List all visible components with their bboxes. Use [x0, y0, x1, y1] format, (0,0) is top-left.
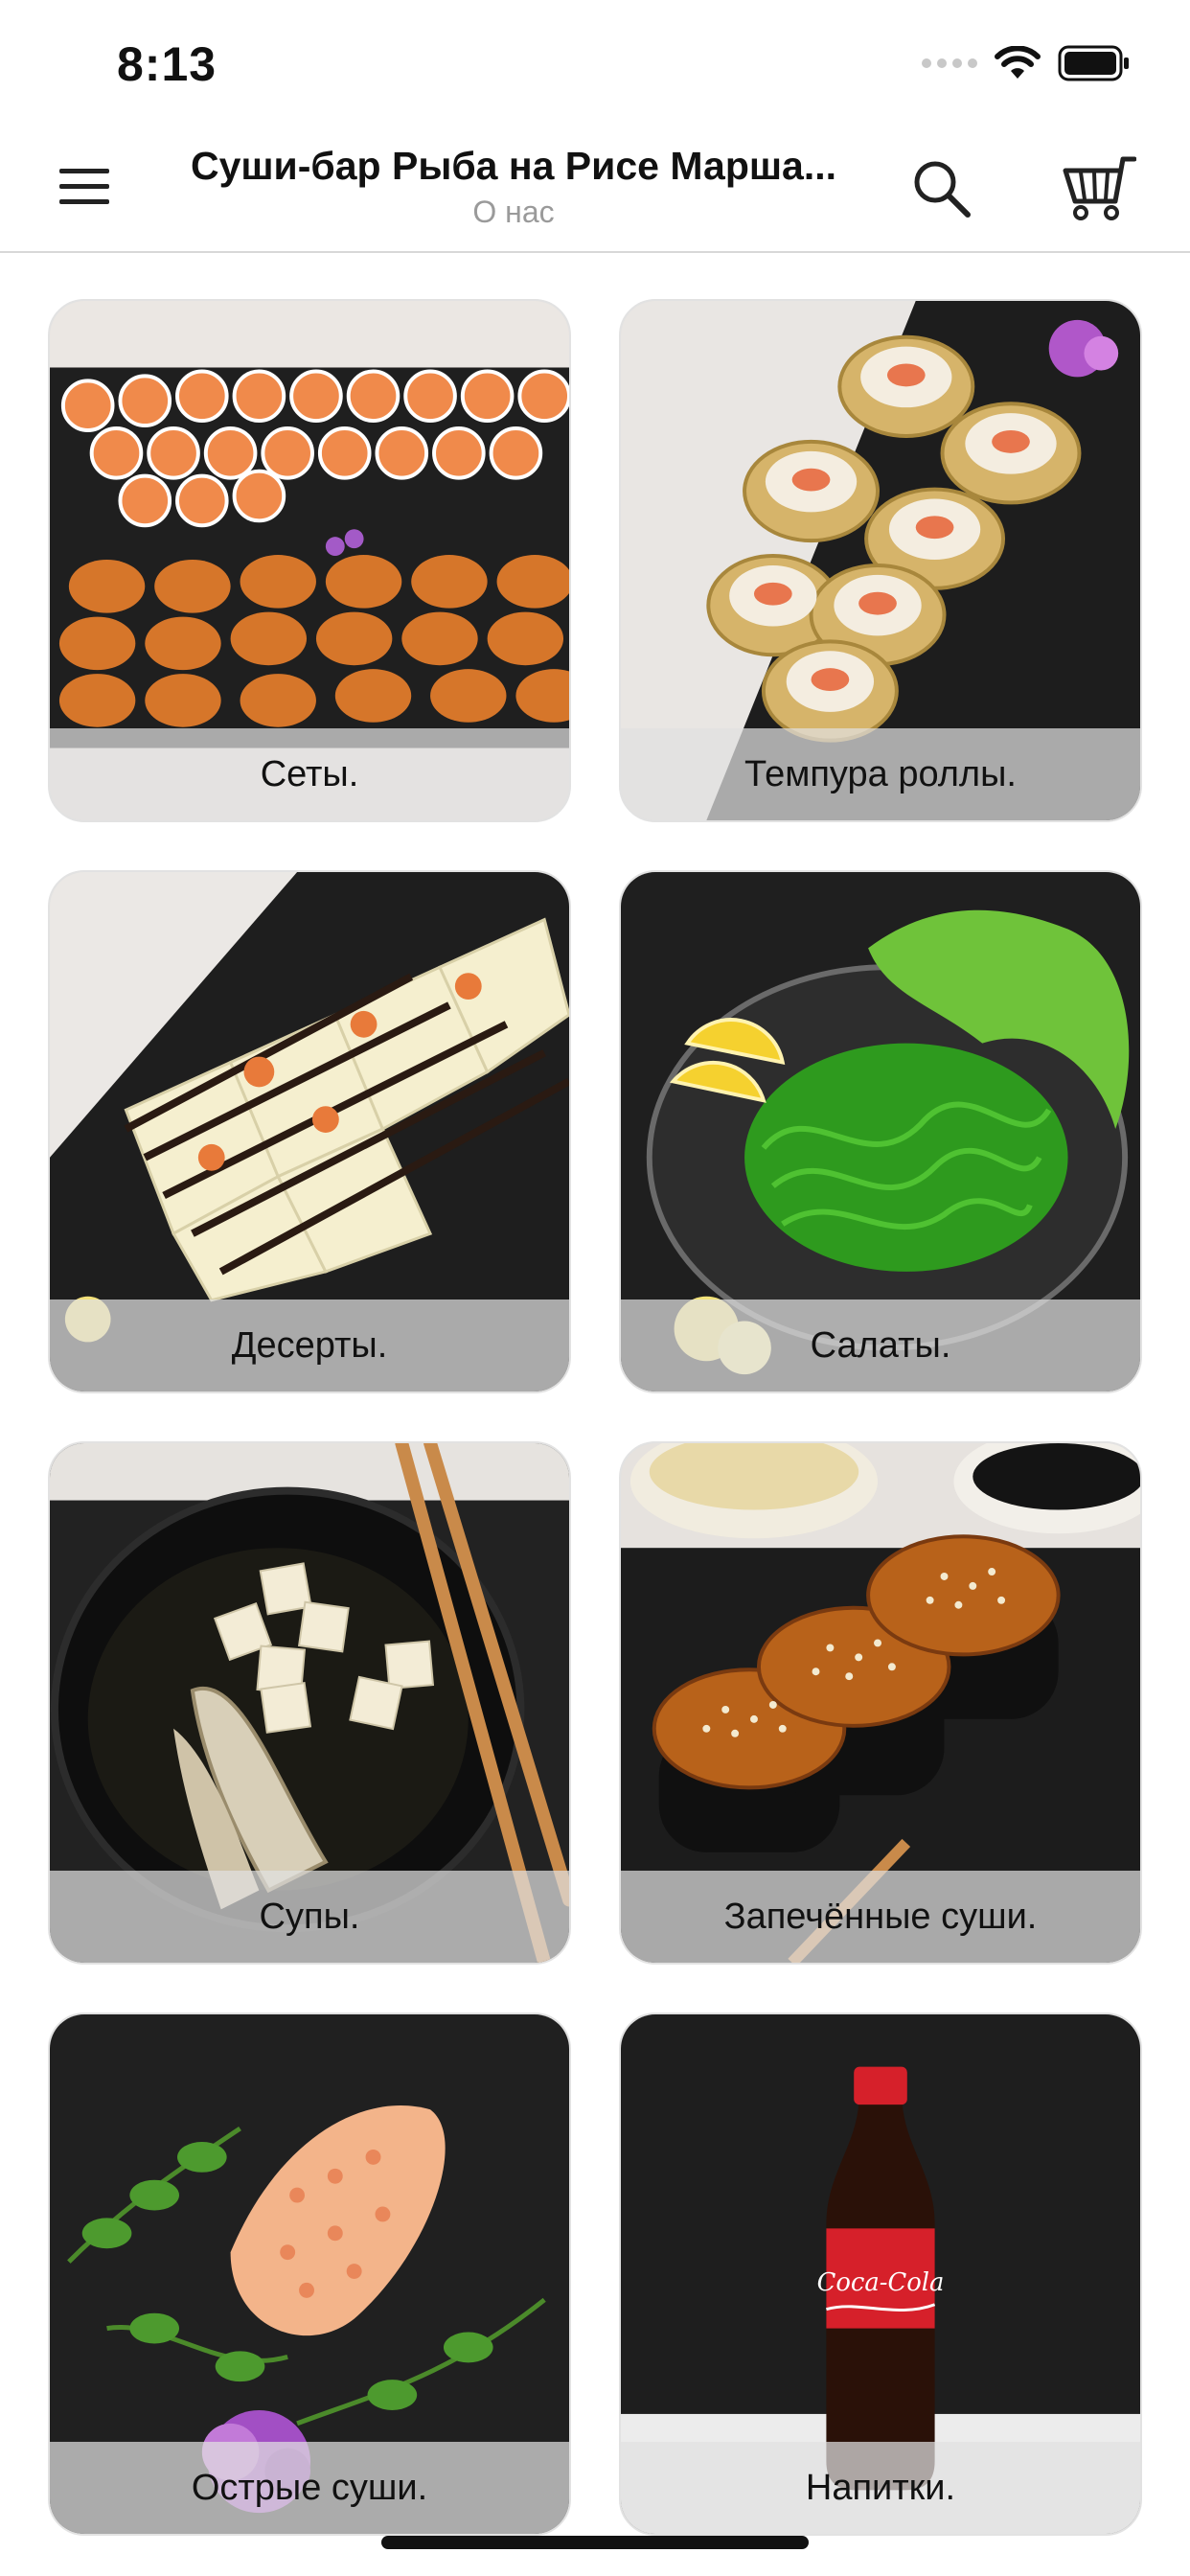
category-tile-desserts[interactable]: Десерты. — [48, 870, 571, 1393]
home-indicator[interactable] — [381, 2536, 809, 2549]
search-icon — [914, 161, 971, 218]
cellular-signal-icon — [922, 58, 977, 68]
cart-button[interactable] — [1060, 155, 1137, 222]
category-label: Сеты. — [50, 728, 569, 820]
cart-icon — [1063, 156, 1137, 220]
hamburger-menu-button[interactable] — [59, 163, 115, 211]
category-label: Острые суши. — [50, 2442, 569, 2534]
category-label: Десерты. — [50, 1300, 569, 1392]
category-grid: Сеты. Темпура роллы. Десерты. Салаты. Су… — [48, 299, 1142, 2536]
category-label: Напитки. — [621, 2442, 1140, 2534]
category-tile-baked-sushi[interactable]: Запечённые суши. — [619, 1441, 1142, 1965]
wifi-icon — [995, 46, 1041, 80]
category-tile-tempura-rolls[interactable]: Темпура роллы. — [619, 299, 1142, 822]
category-tile-sets[interactable]: Сеты. — [48, 299, 571, 822]
category-label: Темпура роллы. — [621, 728, 1140, 820]
category-tile-soups[interactable]: Супы. — [48, 1441, 571, 1965]
battery-icon — [1058, 45, 1131, 81]
header-title-block[interactable]: Суши-бар Рыба на Рисе Марша... О нас — [169, 144, 858, 230]
coca-cola-logo: Coca-Cola — [817, 2268, 945, 2297]
status-bar: 8:13 — [0, 0, 1190, 125]
about-link[interactable]: О нас — [169, 195, 858, 230]
status-icons — [922, 44, 1131, 82]
category-tile-spicy-sushi[interactable]: Острые суши. — [48, 2012, 571, 2536]
status-time: 8:13 — [117, 37, 217, 91]
category-label: Супы. — [50, 1871, 569, 1963]
search-button[interactable] — [910, 157, 973, 220]
category-tile-salads[interactable]: Салаты. — [619, 870, 1142, 1393]
category-label: Салаты. — [621, 1300, 1140, 1392]
nav-bar: Суши-бар Рыба на Рисе Марша... О нас — [0, 125, 1190, 253]
category-label: Запечённые суши. — [621, 1871, 1140, 1963]
app-title: Суши-бар Рыба на Рисе Марша... — [190, 144, 837, 188]
category-tile-drinks[interactable]: Coca-Cola Напитки. — [619, 2012, 1142, 2536]
